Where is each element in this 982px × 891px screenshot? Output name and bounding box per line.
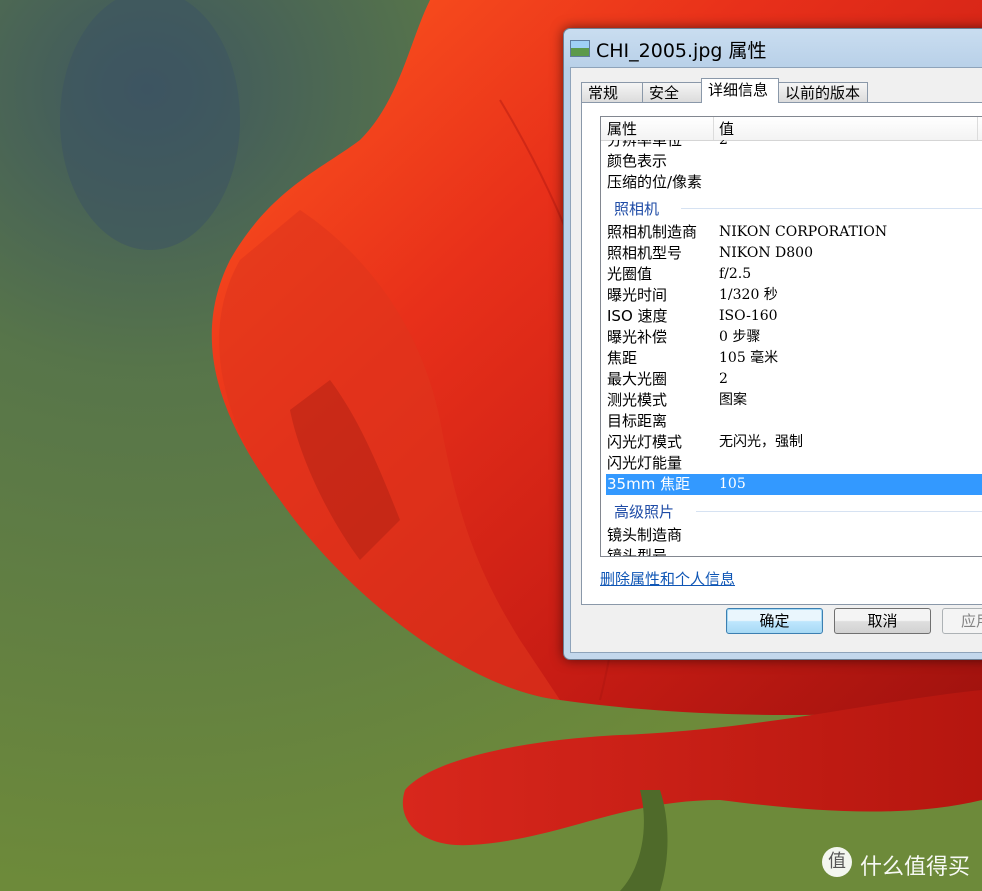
property-name: 闪光灯能量 [607, 454, 683, 472]
property-name: 闪光灯模式 [607, 433, 683, 451]
list-rows: 分辨率单位 2 颜色表示 压缩的位/像素 照相机 照相机制造商 NIKON CO… [601, 140, 982, 556]
tab-security[interactable]: 安全 [642, 82, 702, 102]
property-name: 分辨率单位 [607, 140, 683, 149]
properties-dialog: CHI_2005.jpg 属性 常规 安全 详细信息 以前的版本 属性 值 分辨… [563, 28, 982, 660]
column-header-property[interactable]: 属性 [607, 117, 637, 140]
list-item[interactable]: 镜头型号 [601, 546, 982, 556]
property-name: 曝光补偿 [607, 328, 668, 346]
property-name: 照相机型号 [607, 244, 683, 262]
property-name: 压缩的位/像素 [607, 173, 703, 191]
watermark: 值 什么值得买 [822, 847, 972, 881]
tab-details[interactable]: 详细信息 [701, 78, 779, 103]
property-name: 最大光圈 [607, 370, 668, 388]
property-name: 照相机制造商 [607, 223, 698, 241]
group-title: 高级照片 [614, 503, 675, 521]
title-bar[interactable]: CHI_2005.jpg 属性 [564, 29, 982, 67]
tab-previous-versions[interactable]: 以前的版本 [778, 82, 868, 102]
list-item[interactable]: 光圈值 f/2.5 [601, 264, 982, 285]
column-header-value[interactable]: 值 [719, 117, 734, 140]
list-item[interactable]: 曝光补偿 0 步骤 [601, 327, 982, 348]
property-value: 图案 [719, 392, 747, 408]
property-value: 2 [719, 140, 728, 148]
dialog-client-area: 常规 安全 详细信息 以前的版本 属性 值 分辨率单位 2 颜色表示 压缩的位/… [570, 67, 982, 653]
group-header-camera[interactable]: 照相机 [601, 197, 982, 219]
property-value: 2 [719, 371, 728, 387]
property-value: ISO-160 [719, 308, 778, 324]
list-item[interactable]: 照相机型号 NIKON D800 [601, 243, 982, 264]
property-name: 35mm 焦距 [607, 475, 691, 493]
group-header-advanced-photo[interactable]: 高级照片 [601, 500, 982, 522]
list-item[interactable]: 镜头制造商 [601, 525, 982, 546]
window-title: CHI_2005.jpg 属性 [596, 40, 767, 62]
property-list[interactable]: 属性 值 分辨率单位 2 颜色表示 压缩的位/像素 照相机 照相机制造商 NIK… [600, 116, 982, 557]
remove-properties-link[interactable]: 删除属性和个人信息 [600, 568, 735, 589]
list-item[interactable]: 测光模式 图案 [601, 390, 982, 411]
list-item[interactable]: ISO 速度 ISO-160 [601, 306, 982, 327]
property-name: 测光模式 [607, 391, 668, 409]
list-item[interactable]: 最大光圈 2 [601, 369, 982, 390]
property-name: 光圈值 [607, 265, 653, 283]
list-item[interactable]: 压缩的位/像素 [601, 172, 982, 193]
smzdm-logo-icon: 值 [822, 847, 852, 877]
list-item[interactable]: 照相机制造商 NIKON CORPORATION [601, 222, 982, 243]
list-item[interactable]: 闪光灯模式 无闪光，强制 [601, 432, 982, 453]
list-header: 属性 值 [601, 117, 982, 141]
apply-button[interactable]: 应用 [942, 608, 982, 634]
property-name: 焦距 [607, 349, 638, 367]
property-value: f/2.5 [719, 266, 752, 282]
property-value: NIKON CORPORATION [719, 224, 888, 240]
property-value: 无闪光，强制 [719, 434, 803, 450]
property-name: 颜色表示 [607, 152, 668, 170]
property-name: 镜头型号 [607, 547, 668, 556]
list-item[interactable]: 闪光灯能量 [601, 453, 982, 474]
watermark-text: 什么值得买 [860, 855, 971, 880]
property-value: NIKON D800 [719, 245, 813, 261]
list-item[interactable]: 目标距离 [601, 411, 982, 432]
property-name: 曝光时间 [607, 286, 668, 304]
property-name: 镜头制造商 [607, 526, 683, 544]
details-tab-panel: 属性 值 分辨率单位 2 颜色表示 压缩的位/像素 照相机 照相机制造商 NIK… [581, 102, 982, 605]
property-value: 105 [719, 476, 746, 492]
list-item-selected[interactable]: 35mm 焦距 105 [606, 474, 982, 495]
group-title: 照相机 [614, 200, 660, 218]
ok-button[interactable]: 确定 [726, 608, 823, 634]
group-divider [696, 511, 982, 512]
property-name: 目标距离 [607, 412, 668, 430]
tab-general[interactable]: 常规 [581, 82, 643, 102]
list-item[interactable]: 分辨率单位 2 [601, 140, 982, 151]
property-name: ISO 速度 [607, 307, 668, 325]
column-divider[interactable] [713, 117, 714, 140]
image-file-icon [570, 40, 590, 57]
list-item[interactable]: 焦距 105 毫米 [601, 348, 982, 369]
property-value: 0 步骤 [719, 329, 761, 345]
column-divider[interactable] [977, 117, 978, 140]
list-item[interactable]: 颜色表示 [601, 151, 982, 172]
property-value: 105 毫米 [719, 350, 779, 366]
list-item[interactable]: 曝光时间 1/320 秒 [601, 285, 982, 306]
cancel-button[interactable]: 取消 [834, 608, 931, 634]
property-value: 1/320 秒 [719, 287, 778, 303]
group-divider [681, 208, 982, 209]
